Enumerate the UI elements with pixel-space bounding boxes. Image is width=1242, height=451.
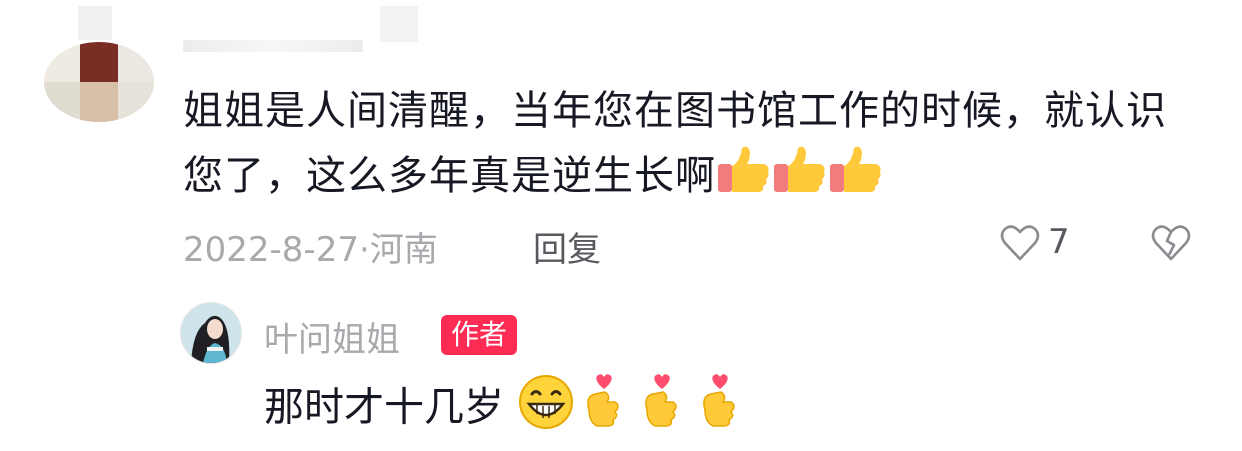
thumbs-up-icon <box>828 142 884 214</box>
reply-body: 那时才十几岁 <box>264 372 749 447</box>
heart-hands-icon <box>575 372 633 447</box>
redacted-mosaic <box>78 6 112 40</box>
heart-hands-icon <box>633 372 691 447</box>
grinning-face-icon <box>517 374 575 445</box>
thumbs-up-icon <box>716 142 772 214</box>
reply-button[interactable]: 回复 <box>533 222 601 271</box>
redacted-mosaic <box>380 6 418 42</box>
heart-hands-icon <box>691 372 749 447</box>
comment-text: 姐姐是人间清醒，当年您在图书馆工作的时候，就认识您了，这么多年真是逆生长啊 <box>183 88 1167 199</box>
comment-date-location: 2022-8-27·河南 <box>183 230 438 270</box>
thumbs-up-icon <box>772 142 828 214</box>
author-badge: 作者 <box>441 315 518 355</box>
heart-outline-icon[interactable] <box>1000 224 1040 262</box>
author-name[interactable]: 叶问姐姐 <box>264 312 400 361</box>
comment-body: 姐姐是人间清醒，当年您在图书馆工作的时候，就认识您了，这么多年真是逆生长啊 <box>183 80 1193 214</box>
broken-heart-icon[interactable] <box>1151 224 1191 262</box>
reply-text: 那时才十几岁 <box>264 384 504 431</box>
commenter-name-redacted <box>183 40 363 52</box>
like-count: 7 <box>1048 222 1070 262</box>
commenter-avatar[interactable] <box>44 42 154 122</box>
author-avatar[interactable] <box>180 302 242 364</box>
